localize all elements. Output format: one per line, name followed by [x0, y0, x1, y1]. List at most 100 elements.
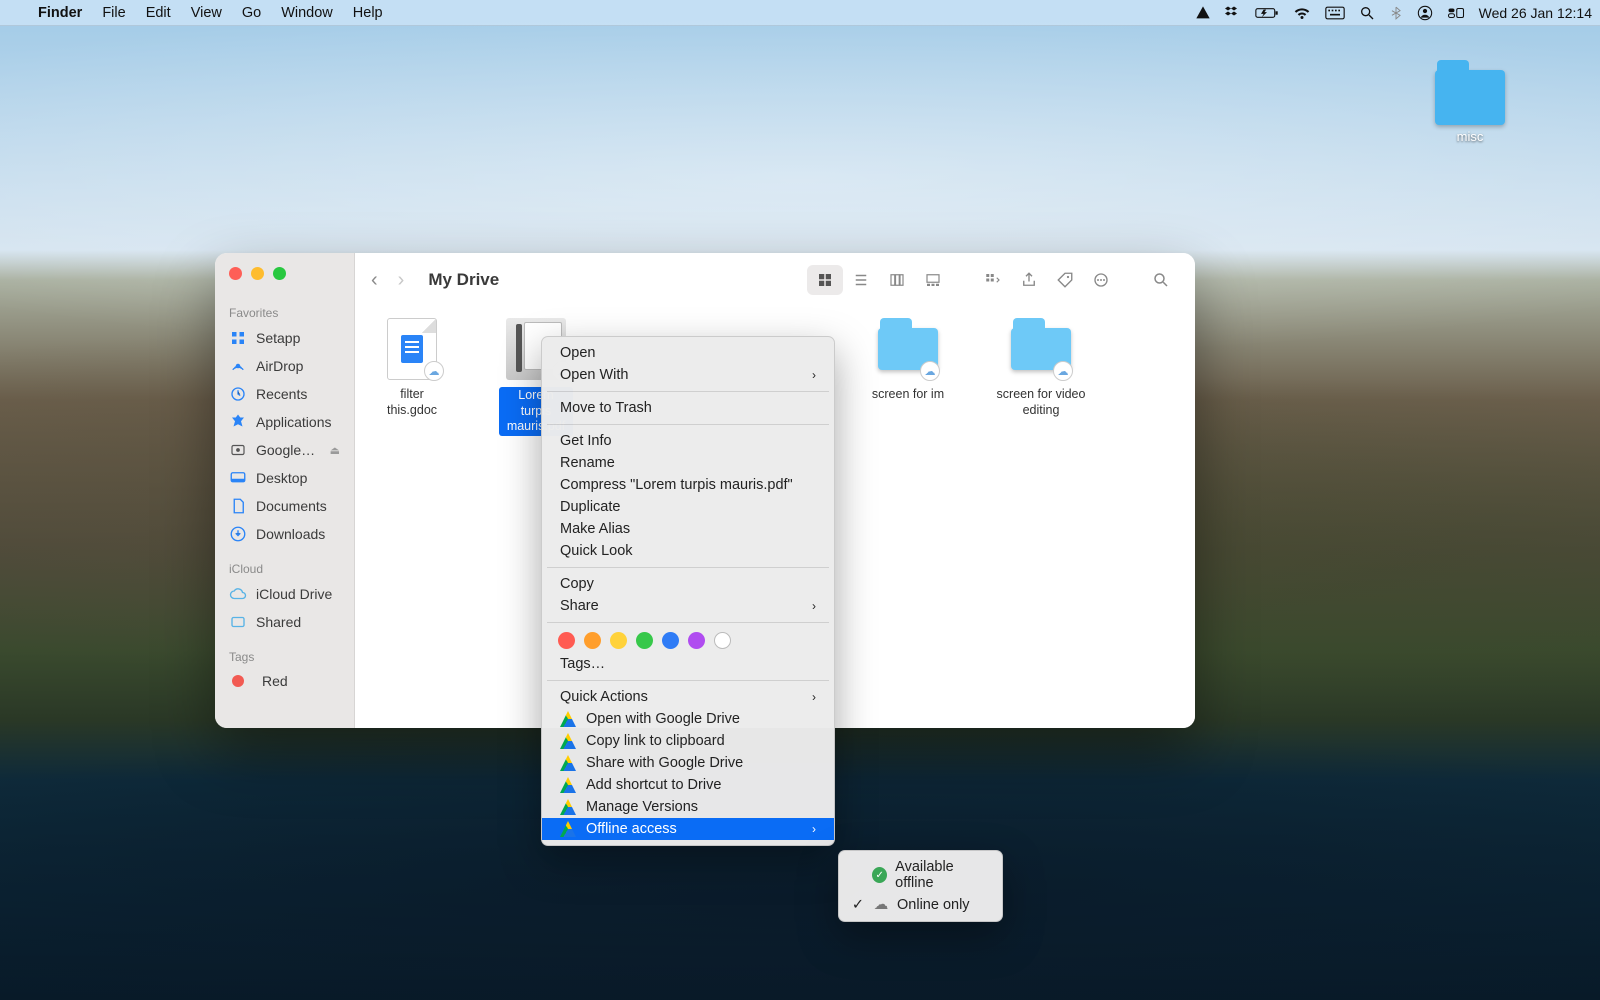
sidebar-section-icloud: iCloud — [215, 556, 354, 580]
menubar-go[interactable]: Go — [232, 0, 271, 26]
eject-icon[interactable]: ⏏ — [330, 444, 340, 457]
desktop-folder-misc[interactable]: misc — [1425, 70, 1515, 144]
submenu-available-offline[interactable]: ✓ Available offline — [839, 856, 1002, 894]
ctx-open-with[interactable]: Open With› — [542, 364, 834, 386]
menubar-edit[interactable]: Edit — [136, 0, 181, 26]
view-list-button[interactable] — [843, 265, 879, 295]
sidebar-item-iclouddrive[interactable]: iCloud Drive — [215, 580, 354, 608]
googledrive-icon — [560, 799, 576, 815]
ctx-tags[interactable]: Tags… — [542, 653, 834, 675]
status-icon-wifi[interactable] — [1293, 4, 1311, 22]
status-icon-control-center[interactable] — [1447, 6, 1465, 20]
tag-dot-green[interactable] — [636, 632, 653, 649]
ctx-quick-actions[interactable]: Quick Actions› — [542, 686, 834, 708]
ctx-gd-share[interactable]: Share with Google Drive — [542, 752, 834, 774]
ctx-rename[interactable]: Rename — [542, 452, 834, 474]
ctx-make-alias[interactable]: Make Alias — [542, 518, 834, 540]
chevron-right-icon: › — [812, 368, 816, 382]
minimize-button[interactable] — [251, 267, 264, 280]
ctx-gd-open[interactable]: Open with Google Drive — [542, 708, 834, 730]
separator — [547, 391, 829, 392]
googledrive-icon — [560, 777, 576, 793]
tags-button[interactable] — [1047, 265, 1083, 295]
sidebar-item-shared[interactable]: Shared — [215, 608, 354, 636]
nav-forward[interactable]: › — [398, 270, 405, 290]
view-icons-button[interactable] — [807, 265, 843, 295]
finder-toolbar: ‹ › My Drive — [355, 253, 1195, 307]
cloud-status-icon: ☁ — [920, 361, 940, 381]
setapp-icon — [229, 329, 247, 347]
tag-dot-none[interactable] — [714, 632, 731, 649]
chevron-right-icon: › — [812, 822, 816, 836]
ctx-move-to-trash[interactable]: Move to Trash — [542, 397, 834, 419]
file-gdoc[interactable]: ☁ filter this.gdoc — [375, 317, 449, 436]
cloud-status-icon: ☁ — [424, 361, 444, 381]
status-icon-spotlight[interactable] — [1359, 5, 1375, 21]
tag-dot-blue[interactable] — [662, 632, 679, 649]
tag-dot-red[interactable] — [558, 632, 575, 649]
ctx-gd-copylink[interactable]: Copy link to clipboard — [542, 730, 834, 752]
ctx-gd-shortcut[interactable]: Add shortcut to Drive — [542, 774, 834, 796]
status-icon-keyboard[interactable] — [1325, 6, 1345, 20]
ctx-gd-offline[interactable]: Offline access› — [542, 818, 834, 840]
menubar-view[interactable]: View — [181, 0, 232, 26]
shared-icon — [229, 613, 247, 631]
ctx-open[interactable]: Open — [542, 342, 834, 364]
status-icon-dropbox[interactable] — [1225, 5, 1241, 21]
ctx-copy[interactable]: Copy — [542, 573, 834, 595]
close-button[interactable] — [229, 267, 242, 280]
tag-dot-yellow[interactable] — [610, 632, 627, 649]
folder-screen-im[interactable]: ☁ screen for im — [871, 317, 945, 436]
view-gallery-button[interactable] — [915, 265, 951, 295]
group-by-button[interactable] — [975, 265, 1011, 295]
ctx-tag-colors — [542, 628, 834, 653]
sidebar-item-desktop[interactable]: Desktop — [215, 464, 354, 492]
search-button[interactable] — [1143, 265, 1179, 295]
sidebar-tag-red[interactable]: Red — [215, 668, 354, 694]
nav-back[interactable]: ‹ — [371, 270, 378, 290]
desktop-folder-label: misc — [1425, 129, 1515, 144]
status-icon-drive[interactable] — [1195, 5, 1211, 21]
sidebar-item-googledrive[interactable]: Google… ⏏ — [215, 436, 354, 464]
submenu-online-only[interactable]: ✓ ☁ Online only — [839, 894, 1002, 916]
separator — [547, 424, 829, 425]
check-circle-icon: ✓ — [872, 867, 887, 883]
airdrop-icon — [229, 357, 247, 375]
sidebar-section-favorites: Favorites — [215, 300, 354, 324]
chevron-right-icon: › — [812, 690, 816, 704]
view-columns-button[interactable] — [879, 265, 915, 295]
gdoc-icon — [401, 335, 423, 363]
ctx-get-info[interactable]: Get Info — [542, 430, 834, 452]
ctx-gd-versions[interactable]: Manage Versions — [542, 796, 834, 818]
status-icon-bluetooth-off[interactable] — [1389, 5, 1403, 21]
menubar-window[interactable]: Window — [271, 0, 343, 26]
menubar-clock[interactable]: Wed 26 Jan 12:14 — [1479, 5, 1592, 21]
ctx-duplicate[interactable]: Duplicate — [542, 496, 834, 518]
ctx-share[interactable]: Share› — [542, 595, 834, 617]
finder-sidebar: Favorites Setapp AirDrop Recents Applica… — [215, 253, 355, 728]
status-icon-battery[interactable] — [1255, 6, 1279, 20]
sidebar-item-setapp[interactable]: Setapp — [215, 324, 354, 352]
tag-dot-purple[interactable] — [688, 632, 705, 649]
sidebar-item-documents[interactable]: Documents — [215, 492, 354, 520]
status-icon-user[interactable] — [1417, 5, 1433, 21]
ctx-quick-look[interactable]: Quick Look — [542, 540, 834, 562]
sidebar-item-airdrop[interactable]: AirDrop — [215, 352, 354, 380]
ctx-compress[interactable]: Compress "Lorem turpis mauris.pdf" — [542, 474, 834, 496]
menubar-app-name[interactable]: Finder — [28, 0, 92, 26]
finder-title: My Drive — [428, 270, 499, 290]
menubar-help[interactable]: Help — [343, 0, 393, 26]
sidebar-item-applications[interactable]: Applications — [215, 408, 354, 436]
apple-menu[interactable] — [8, 0, 28, 26]
tag-dot-orange[interactable] — [584, 632, 601, 649]
share-button[interactable] — [1011, 265, 1047, 295]
googledrive-sidebar-icon — [229, 441, 247, 459]
sidebar-item-recents[interactable]: Recents — [215, 380, 354, 408]
zoom-button[interactable] — [273, 267, 286, 280]
separator — [547, 567, 829, 568]
checkmark-icon: ✓ — [851, 897, 865, 913]
action-menu-button[interactable] — [1083, 265, 1119, 295]
menubar-file[interactable]: File — [92, 0, 135, 26]
folder-screen-video[interactable]: ☁ screen for video editing — [995, 317, 1087, 436]
sidebar-item-downloads[interactable]: Downloads — [215, 520, 354, 548]
